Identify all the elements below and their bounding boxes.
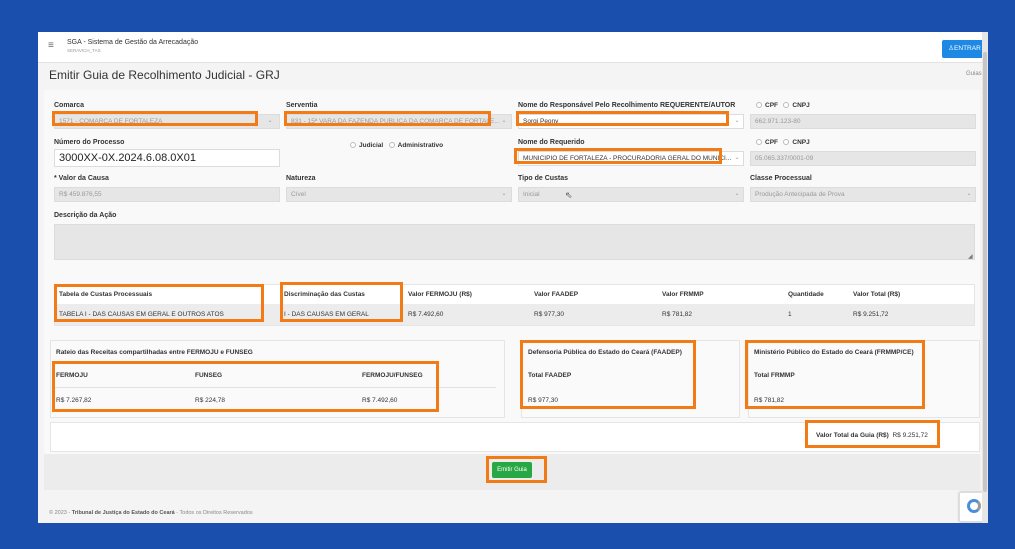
col-header-frmmp: Valor FRMMP <box>662 291 704 298</box>
process-type-radios[interactable]: Judicial Administrativo <box>350 142 443 149</box>
app-subtitle: SERAVICH_TAS <box>67 48 101 53</box>
hamburger-menu-icon[interactable]: ≡ <box>48 40 54 51</box>
requerido-label: Nome do Requerido <box>518 139 585 146</box>
mouse-cursor-icon: ⇖ <box>565 190 573 200</box>
document-input-2[interactable]: 05.065.337/0001-09 <box>750 151 976 166</box>
col-header-quantidade: Quantidade <box>788 291 824 298</box>
cell-quantidade: 1 <box>788 311 792 318</box>
chevron-down-icon: ⌄ <box>501 118 507 124</box>
valor-causa-label: * Valor da Causa <box>54 175 109 182</box>
resize-handle-icon[interactable]: ◢ <box>968 253 973 260</box>
natureza-label: Natureza <box>286 175 316 182</box>
highlight-responsavel <box>516 111 729 126</box>
classe-processual-select[interactable]: Produção Antecipada de Prova <box>750 187 976 202</box>
cell-frmmp: R$ 781,82 <box>662 311 692 318</box>
highlight-total <box>805 420 940 448</box>
doc-type-2[interactable]: CPF CNPJ <box>756 139 810 146</box>
valor-causa-input[interactable]: R$ 459.876,55 <box>54 187 280 202</box>
footer: © 2023 - Tribunal de Justiça do Estado d… <box>49 510 253 516</box>
highlight-emit-button <box>486 456 547 483</box>
descricao-textarea[interactable] <box>54 224 975 260</box>
comarca-label: Comarca <box>54 102 84 109</box>
numero-processo-input[interactable]: 3000XX-0X.2024.6.08.0X01 <box>54 149 280 167</box>
highlight-discriminacao <box>280 282 403 322</box>
serventia-label: Serventia <box>286 102 318 109</box>
highlight-requerido <box>514 148 722 164</box>
chevron-down-icon: ⌄ <box>734 191 740 197</box>
scrollbar[interactable] <box>982 32 988 523</box>
col-header-total: Valor Total (R$) <box>853 291 901 298</box>
judicial-radio[interactable] <box>350 142 356 149</box>
doc-type-1[interactable]: CPF CNPJ <box>756 102 810 109</box>
document-input-1[interactable]: 662.971.123-80 <box>750 114 976 129</box>
scrollbar-thumb[interactable] <box>983 52 987 492</box>
administrativo-radio[interactable] <box>388 142 395 149</box>
cell-fermoju: R$ 7.492,60 <box>408 311 444 318</box>
classe-processual-label: Classe Processual <box>750 175 812 182</box>
app-title: SGA - Sistema de Gestão da Arrecadação <box>67 39 199 46</box>
page-title: Emitir Guia de Recolhimento Judicial - G… <box>49 68 280 82</box>
responsavel-label: Nome do Responsável Pelo Recolhimento RE… <box>518 102 736 109</box>
chevron-down-icon: ⌄ <box>734 118 740 124</box>
cnpj-radio[interactable] <box>783 139 790 146</box>
highlight-serventia <box>284 111 491 126</box>
browser-viewport: ≡ SGA - Sistema de Gestão da Arrecadação… <box>38 32 988 523</box>
cell-total: R$ 9.251,72 <box>853 311 889 318</box>
breadcrumb[interactable]: Guias <box>966 71 982 77</box>
highlight-comarca <box>52 111 258 126</box>
descricao-label: Descrição da Ação <box>54 212 117 219</box>
natureza-select[interactable]: Cível <box>286 187 512 202</box>
numero-processo-label: Número do Processo <box>54 139 125 146</box>
highlight-faadep <box>520 340 696 409</box>
col-header-fermoju: Valor FERMOJU (R$) <box>408 291 472 298</box>
highlight-frmmp <box>745 340 925 409</box>
top-navbar: ≡ SGA - Sistema de Gestão da Arrecadação… <box>38 32 988 63</box>
cnpj-radio[interactable] <box>783 102 790 109</box>
cpf-radio[interactable] <box>756 139 762 146</box>
rateio-title: Rateio das Receitas compartilhadas entre… <box>56 349 253 356</box>
chevron-down-icon: ⌄ <box>267 118 273 124</box>
highlight-tabela <box>54 284 264 322</box>
cpf-radio[interactable] <box>756 102 762 109</box>
tipo-custas-label: Tipo de Custas <box>518 175 569 182</box>
chevron-down-icon: ⌄ <box>966 191 972 197</box>
cell-faadep: R$ 977,30 <box>534 311 564 318</box>
login-button[interactable]: ♙ENTRAR <box>942 40 987 58</box>
chevron-down-icon: ⌄ <box>734 155 740 161</box>
tipo-custas-select[interactable]: Inicial <box>518 187 744 202</box>
col-header-faadep: Valor FAADEP <box>534 291 579 298</box>
chevron-down-icon: ⌄ <box>501 191 507 197</box>
highlight-rateio <box>52 361 439 412</box>
